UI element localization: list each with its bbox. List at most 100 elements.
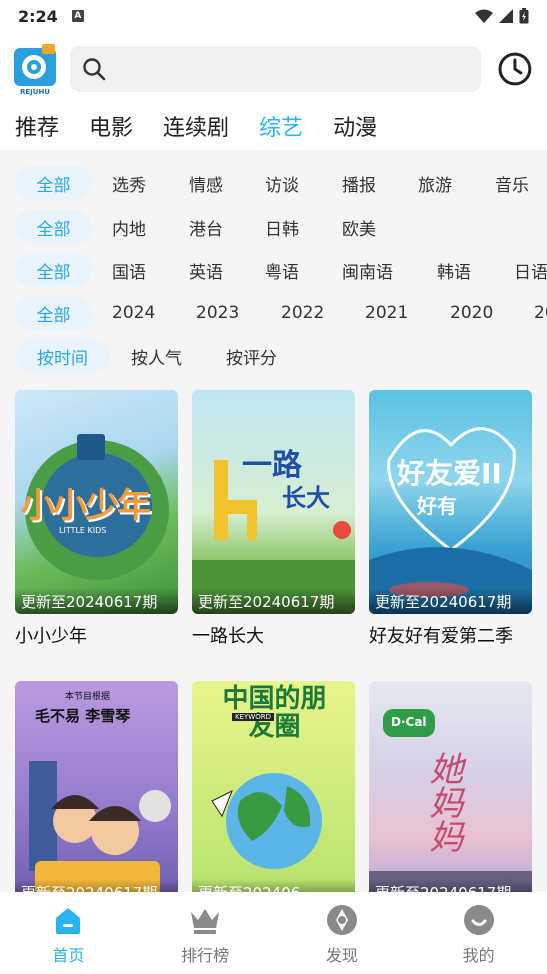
show-card[interactable]: 一路 长大 更新至20240617期 一路长大 <box>192 390 355 648</box>
poster[interactable]: 一路 长大 更新至20240617期 <box>192 390 355 614</box>
tab-movie[interactable]: 电影 <box>89 110 133 142</box>
poster-title: 中国的朋友圈 <box>222 684 327 742</box>
show-card[interactable]: 本节目根据 毛不易 李雪琴 更新至20240617期 <box>15 681 178 892</box>
filter-option[interactable]: 播报 <box>342 171 376 196</box>
home-icon <box>56 908 81 934</box>
filter-option[interactable]: 20 <box>534 303 547 323</box>
filter-option[interactable]: 粤语 <box>265 258 299 283</box>
filter-option[interactable]: 韩语 <box>437 258 471 283</box>
show-card[interactable]: 小小少年 LITTLE KIDS 更新至20240617期 小小少年 <box>15 390 178 648</box>
show-card[interactable]: D·Cal 她妈妈 更新至20240617期 <box>369 681 532 892</box>
filter-option[interactable]: 英语 <box>189 258 223 283</box>
filter-year-all[interactable]: 全部 <box>15 296 92 330</box>
filter-option[interactable]: 日语 <box>514 258 547 283</box>
history-icon[interactable] <box>497 51 533 87</box>
app-logo: REJUHU <box>14 44 56 96</box>
sort-option[interactable]: 按人气 <box>131 344 182 369</box>
filter-option[interactable]: 内地 <box>112 215 146 240</box>
filter-option[interactable]: 闽南语 <box>342 258 393 283</box>
filter-region-all[interactable]: 全部 <box>15 210 92 244</box>
tab-mine[interactable]: 我的 <box>410 892 547 974</box>
update-badge: 更新至202406 <box>192 879 355 892</box>
poster-subtitle: 长大 <box>282 484 330 512</box>
status-time: 2:24 <box>18 6 58 26</box>
poster-subtitle: 好有 <box>417 494 457 518</box>
update-badge: 更新至20240617期 <box>369 588 532 614</box>
filter-option[interactable]: 2020 <box>450 303 493 323</box>
tab-series[interactable]: 连续剧 <box>163 110 229 142</box>
search-input[interactable] <box>70 46 482 92</box>
show-title[interactable]: 好友好有爱第二季 <box>369 622 532 648</box>
filter-language-all[interactable]: 全部 <box>15 253 92 287</box>
filter-panel: 全部 选秀 情感 访谈 播报 旅游 音乐 全部 内地 港台 日韩 欧美 全部 国… <box>0 150 547 380</box>
poster-title: 她妈妈 <box>423 751 463 853</box>
sort-option[interactable]: 按评分 <box>226 344 277 369</box>
tab-label: 我的 <box>462 946 495 965</box>
filter-option[interactable]: 旅游 <box>418 171 452 196</box>
poster-title: 好友爱II <box>397 457 502 490</box>
tab-home[interactable]: 首页 <box>0 892 137 974</box>
update-badge: 更新至20240617期 <box>15 879 178 892</box>
update-badge: 更新至20240617期 <box>192 588 355 614</box>
filter-option[interactable]: 国语 <box>112 258 146 283</box>
poster[interactable]: 本节目根据 毛不易 李雪琴 更新至20240617期 <box>15 681 178 892</box>
tab-ranking[interactable]: 排行榜 <box>137 892 274 974</box>
filter-row-year: 全部 2024 2023 2022 2021 2020 20 <box>0 293 547 333</box>
filter-option[interactable]: 日韩 <box>265 215 299 240</box>
filter-option[interactable]: 音乐 <box>495 171 529 196</box>
bottom-tab-bar: 首页 排行榜 发现 我的 <box>0 892 547 974</box>
tab-label: 首页 <box>52 946 85 965</box>
smile-icon <box>463 905 494 935</box>
filter-option[interactable]: 情感 <box>189 171 223 196</box>
poster[interactable]: D·Cal 她妈妈 更新至20240617期 <box>369 681 532 892</box>
category-tabs: 推荐 电影 连续剧 综艺 动漫 <box>0 104 547 148</box>
tab-variety[interactable]: 综艺 <box>259 110 303 142</box>
poster-subtitle: 本节目根据 <box>65 692 111 702</box>
show-title[interactable]: 一路长大 <box>192 622 355 648</box>
update-badge: 更新至20240617期 <box>369 879 532 892</box>
filter-type-all[interactable]: 全部 <box>15 166 92 200</box>
wifi-icon <box>475 9 493 23</box>
signal-icon <box>499 9 513 23</box>
battery-icon <box>519 8 529 24</box>
poster[interactable]: 中国的朋友圈 KEYWORD 更新至202406 <box>192 681 355 892</box>
logo-text: REJUHU <box>19 88 50 96</box>
poster[interactable]: 小小少年 LITTLE KIDS 更新至20240617期 <box>15 390 178 614</box>
tab-recommend[interactable]: 推荐 <box>15 110 59 142</box>
search-icon <box>83 58 106 81</box>
poster-title: 小小少年 <box>21 486 151 526</box>
status-bar: 2:24 A <box>0 0 547 32</box>
aperture-icon <box>326 905 357 935</box>
tab-label: 发现 <box>325 946 358 965</box>
filter-row-sort: 按时间 按人气 按评分 <box>0 336 547 376</box>
show-card[interactable]: 中国的朋友圈 KEYWORD 更新至202406 <box>192 681 355 892</box>
app-header: REJUHU <box>0 40 547 98</box>
poster-subtitle: KEYWORD <box>232 713 274 721</box>
tab-discover[interactable]: 发现 <box>274 892 411 974</box>
poster-subtitle: LITTLE KIDS <box>59 526 107 535</box>
filter-option[interactable]: 港台 <box>189 215 223 240</box>
filter-option[interactable]: 2024 <box>112 303 155 323</box>
filter-option[interactable]: 2022 <box>281 303 324 323</box>
filter-option[interactable]: 欧美 <box>342 215 376 240</box>
tab-label: 排行榜 <box>181 946 230 965</box>
poster-subtitle: D·Cal <box>391 715 427 729</box>
content-grid: 小小少年 LITTLE KIDS 更新至20240617期 小小少年 一路 长大… <box>0 380 547 892</box>
filter-row-region: 全部 内地 港台 日韩 欧美 <box>0 207 547 247</box>
logo-icon <box>14 44 56 86</box>
filter-option[interactable]: 选秀 <box>112 171 146 196</box>
filter-option[interactable]: 2023 <box>196 303 239 323</box>
filter-option[interactable]: 访谈 <box>265 171 299 196</box>
update-badge: 更新至20240617期 <box>15 588 178 614</box>
tab-anime[interactable]: 动漫 <box>333 110 377 142</box>
poster-title: 毛不易 李雪琴 <box>35 707 131 725</box>
filter-option[interactable]: 2021 <box>365 303 408 323</box>
show-title[interactable]: 小小少年 <box>15 622 178 648</box>
crown-icon <box>191 909 220 934</box>
sort-by-time[interactable]: 按时间 <box>15 339 110 373</box>
filter-row-language: 全部 国语 英语 粤语 闽南语 韩语 日语 <box>0 250 547 290</box>
poster[interactable]: 好友爱II 好有 更新至20240617期 <box>369 390 532 614</box>
filter-row-type: 全部 选秀 情感 访谈 播报 旅游 音乐 <box>0 163 547 203</box>
notification-icon: A <box>71 10 84 22</box>
show-card[interactable]: 好友爱II 好有 更新至20240617期 好友好有爱第二季 <box>369 390 532 648</box>
